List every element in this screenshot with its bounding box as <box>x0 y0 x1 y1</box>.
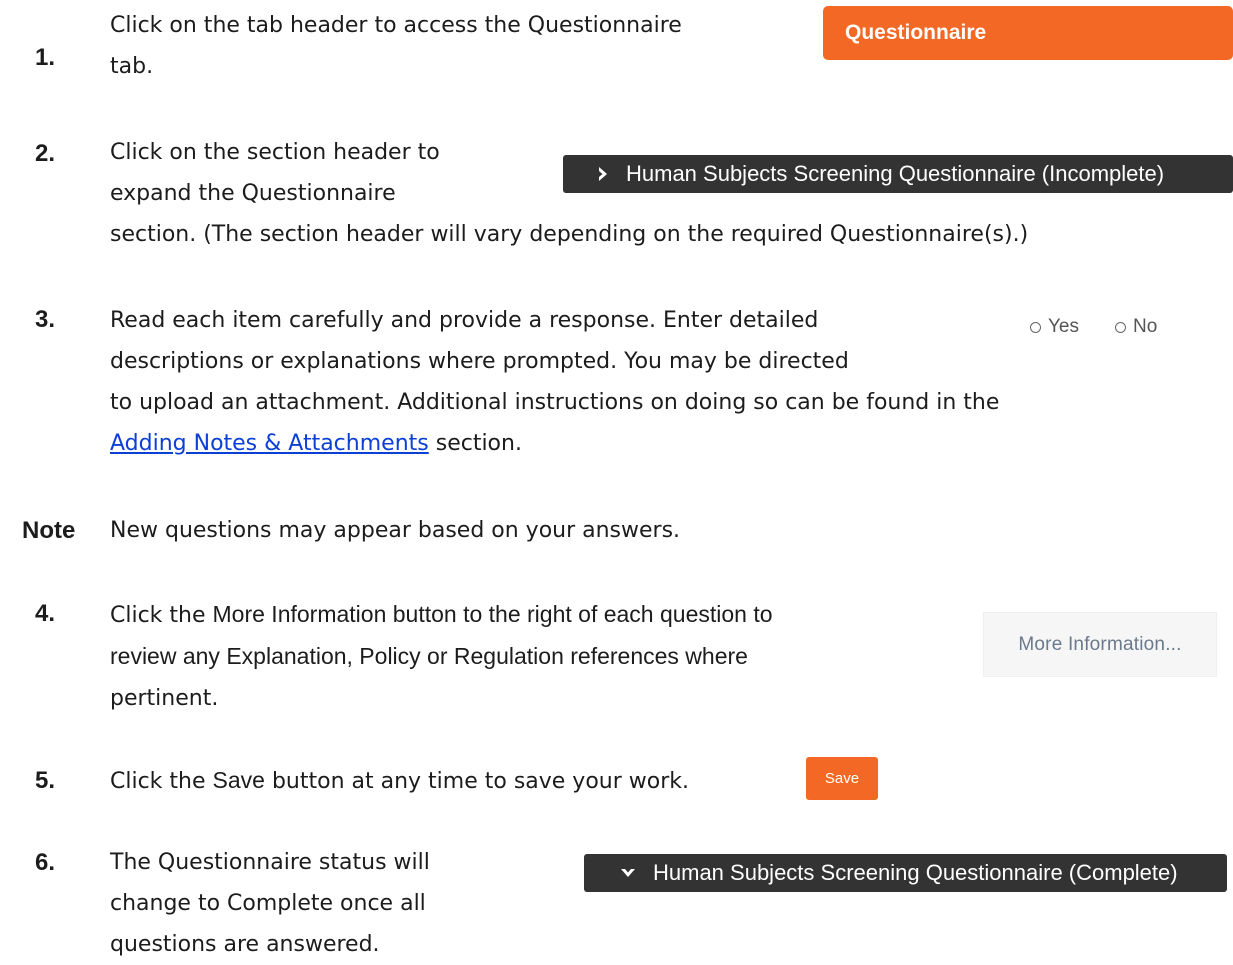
step-number-3: 3. <box>34 306 55 333</box>
step-5-pre: Click the <box>110 769 213 794</box>
chevron-right-icon <box>599 167 607 181</box>
radio-circle-icon <box>1115 321 1126 333</box>
step-3-line-3: to upload an attachment. Additional inst… <box>110 390 1000 415</box>
note-text: New questions may appear based on your a… <box>110 510 680 551</box>
radio-circle-icon <box>1030 321 1041 333</box>
yes-no-radio-group: Yes No <box>1030 316 1157 338</box>
section-header-incomplete[interactable]: Human Subjects Screening Questionnaire (… <box>563 155 1233 193</box>
step-6-line-3: questions are answered. <box>110 932 380 957</box>
step-6-line-1: The Questionnaire status will <box>110 850 430 875</box>
more-information-button[interactable]: More Information... <box>983 612 1217 677</box>
step-1-line-1: Click on the tab header to access the Qu… <box>110 13 682 38</box>
chevron-down-icon <box>621 869 635 877</box>
radio-no[interactable]: No <box>1115 316 1157 338</box>
radio-yes[interactable]: Yes <box>1030 316 1079 338</box>
step-3-line-2: descriptions or explanations where promp… <box>110 349 849 374</box>
step-5-mixed: Save <box>212 767 265 793</box>
adding-notes-attachments-link[interactable]: Adding Notes & Attachments <box>110 431 429 456</box>
radio-yes-label: Yes <box>1048 316 1079 337</box>
step-4-text: Click the More Information button to the… <box>110 594 773 719</box>
step-3-after-link: section. <box>428 431 522 456</box>
step-6-line-2: change to Complete once all <box>110 891 426 916</box>
note-label: Note <box>22 517 76 544</box>
step-3-line-4: Adding Notes & Attachments section. <box>110 423 999 464</box>
radio-no-label: No <box>1133 316 1158 337</box>
questionnaire-tab-label: Questionnaire <box>845 21 987 44</box>
step-3-text: Read each item carefully and provide a r… <box>110 300 999 464</box>
step-1-line-2: tab. <box>110 54 154 79</box>
step-1-text: Click on the tab header to access the Qu… <box>110 5 682 87</box>
step-4-line-2-mixed: review any Explanation, Policy or Regula… <box>110 643 748 669</box>
step-5-post: button at any time to save your work. <box>264 769 690 794</box>
step-5-text: Click the Save button at any time to sav… <box>110 760 689 802</box>
step-number-1: 1. <box>34 44 55 71</box>
step-6-text: The Questionnaire status will change to … <box>110 842 430 965</box>
step-5-line-1: Click the Save button at any time to sav… <box>110 760 689 802</box>
step-2-line-3: section. (The section header will vary d… <box>110 222 1029 247</box>
step-number-4: 4. <box>34 600 55 627</box>
step-3-line-1: Read each item carefully and provide a r… <box>110 308 819 333</box>
step-number-2: 2. <box>34 140 55 167</box>
step-2-text: Click on the section header to expand th… <box>110 132 1028 255</box>
more-information-label: More Information... <box>1018 633 1182 655</box>
section-header-complete[interactable]: Human Subjects Screening Questionnaire (… <box>584 854 1227 892</box>
questionnaire-tab[interactable]: Questionnaire <box>823 6 1233 60</box>
section-header-complete-label: Human Subjects Screening Questionnaire (… <box>653 860 1178 885</box>
step-4-line-1: Click the More Information button to the… <box>110 594 773 636</box>
note-line-1: New questions may appear based on your a… <box>110 518 681 543</box>
step-4-line-3: pertinent. <box>110 686 219 711</box>
step-4-line-1-pre: Click the <box>110 603 213 628</box>
step-4-line-2: review any Explanation, Policy or Regula… <box>110 636 773 678</box>
save-button[interactable]: Save <box>806 757 878 800</box>
step-number-6: 6. <box>34 849 55 876</box>
save-button-label: Save <box>824 770 860 787</box>
section-header-incomplete-label: Human Subjects Screening Questionnaire (… <box>626 161 1165 186</box>
step-number-5: 5. <box>34 767 55 794</box>
step-4-line-1-mixed: More Information button to the right of … <box>212 601 773 627</box>
